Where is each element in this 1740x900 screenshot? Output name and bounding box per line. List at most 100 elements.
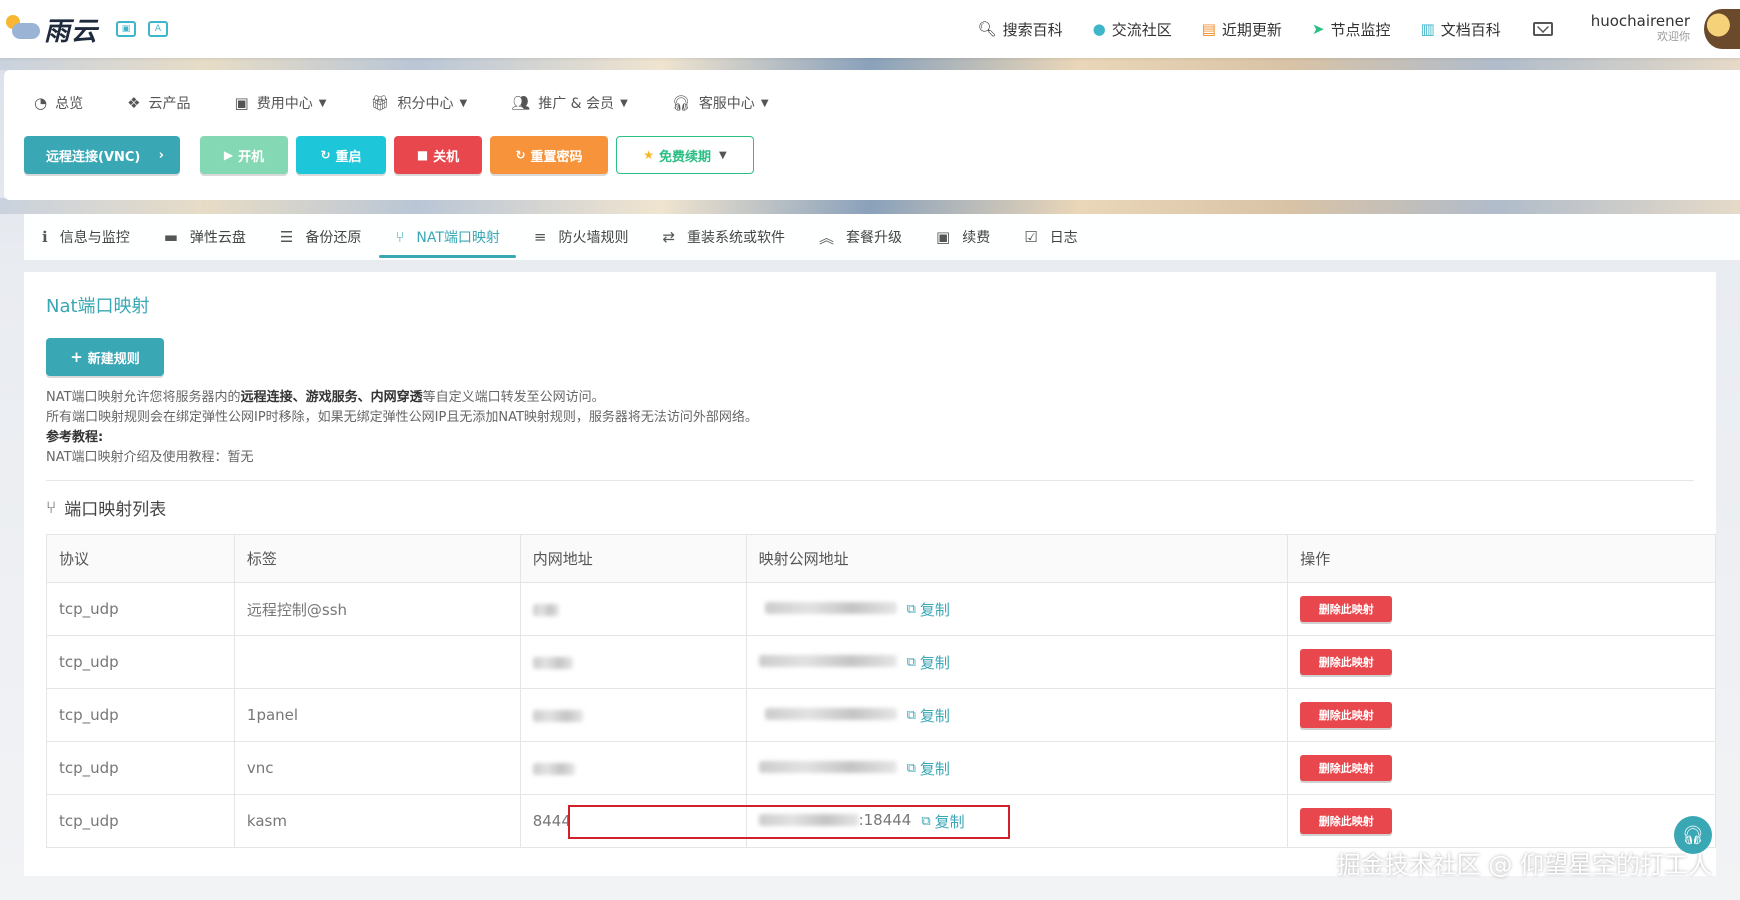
nat-description: NAT端口映射允许您将服务器内的远程连接、游戏服务、内网穿透等自定义端口转发至公… [46, 388, 1694, 468]
subnav-label: 费用中心 [256, 96, 313, 112]
cell-protocol: tcp_udp [46, 688, 235, 742]
node-icon: ➤ [1311, 20, 1325, 38]
delete-mapping-button[interactable]: 删除此映射 [1300, 808, 1393, 834]
subnav-billing[interactable]: ▣ 费用中心 ▼ [235, 93, 327, 113]
cell-actions: 删除此映射 [1287, 582, 1716, 636]
cell-inner-address: 8444 [519, 794, 747, 848]
tab-elastic-disk[interactable]: ▬ 弹性云盘 [164, 214, 246, 260]
desc-line-3: 参考教程: [46, 428, 1694, 448]
desc-line-4: NAT端口映射介绍及使用教程：暂无 [46, 450, 254, 465]
chevron-down-icon: ▼ [459, 97, 468, 109]
subnav-promotion[interactable]: 👥︎ 推广 & 会员 ▼ [511, 93, 628, 113]
server-actions: 远程连接(VNC) › ▶ 开机 ↻ 重启 ■ 关机 ↻ 重置密码 ★ 免费续期… [4, 136, 1740, 174]
copy-icon: ⧉ [906, 601, 916, 617]
tab-upgrade[interactable]: ︽ 套餐升级 [819, 214, 902, 260]
copy-button[interactable]: ⧉ 复制 [907, 599, 950, 620]
cell-protocol: tcp_udp [46, 794, 235, 848]
cell-tag [233, 635, 521, 689]
brand-logo[interactable]: 雨云 ▣ A [4, 11, 169, 48]
top-nav-links: 🔍︎ 搜索百科 ● 交流社区 ▤ 近期更新 ➤ 节点监控 ▥ 文档百科 huoc… [948, 0, 1740, 58]
cell-public-address: ⧉ 复制 [745, 741, 1289, 795]
topnav-label: 搜索百科 [1002, 20, 1063, 39]
page-title: Nat端口映射 [46, 296, 150, 317]
cell-public-address: :18444 ⧉ 复制 [745, 794, 1289, 848]
desc-bold: 参考教程: [46, 430, 104, 445]
topnav-node-monitor[interactable]: ➤ 节点监控 [1312, 19, 1391, 40]
copy-label: 复制 [919, 706, 950, 725]
reset-password-button[interactable]: ↻ 重置密码 [490, 136, 608, 174]
topnav-search[interactable]: 🔍︎ 搜索百科 [978, 19, 1063, 40]
cell-protocol: tcp_udp [46, 582, 235, 636]
start-button[interactable]: ▶ 开机 [200, 136, 288, 174]
mail-icon[interactable] [1532, 22, 1553, 36]
topnav-docs[interactable]: ▥ 文档百科 [1421, 19, 1501, 40]
delete-mapping-button[interactable]: 删除此映射 [1300, 755, 1393, 781]
section-title: ⑂ 端口映射列表 [46, 495, 1694, 521]
copy-button[interactable]: ⧉ 复制 [907, 758, 950, 779]
shutdown-button[interactable]: ■ 关机 [394, 136, 482, 174]
tab-reinstall[interactable]: ⇄ 重装系统或软件 [662, 214, 785, 260]
tab-firewall[interactable]: ≡ 防火墙规则 [534, 214, 629, 260]
delete-mapping-button[interactable]: 删除此映射 [1300, 702, 1393, 728]
tab-nat-mapping[interactable]: ⑂ NAT端口映射 [379, 214, 516, 260]
header-protocol: 协议 [46, 534, 235, 583]
cell-inner-address [519, 741, 747, 795]
star-icon: ★ [643, 148, 655, 162]
restart-button[interactable]: ↻ 重启 [296, 136, 386, 174]
play-icon: ▶ [223, 148, 234, 162]
chevron-down-icon: ▼ [719, 149, 727, 161]
redacted-value [758, 655, 897, 667]
delete-mapping-button[interactable]: 删除此映射 [1300, 649, 1393, 675]
tab-renew[interactable]: ▣ 续费 [936, 214, 990, 260]
subnav-overview[interactable]: ◔ 总览 [34, 93, 83, 113]
header-actions: 操作 [1287, 534, 1716, 583]
tab-label: 续费 [962, 230, 991, 246]
chevron-down-icon: ▼ [760, 97, 769, 109]
cell-protocol: tcp_udp [46, 635, 235, 689]
nat-table: 协议 标签 内网地址 映射公网地址 操作 tcp_udp 远程控制@ssh ⧉ 复… [46, 534, 1716, 848]
tab-label: 日志 [1049, 230, 1078, 246]
topnav-label: 近期更新 [1221, 20, 1282, 39]
tab-backup[interactable]: ☰ 备份还原 [280, 214, 361, 260]
free-renew-button[interactable]: ★ 免费续期 ▼ [616, 136, 754, 174]
subnav-cloud-products[interactable]: ❖ 云产品 [127, 93, 190, 113]
headset-icon: 🎧︎ [1681, 824, 1705, 846]
cell-public-address: ⧉ 复制 [745, 688, 1289, 742]
double-chevron-up-icon: ︽ [819, 228, 835, 247]
network-icon: ⑂ [395, 228, 405, 246]
new-rule-label: 新建规则 [87, 351, 140, 367]
tab-logs[interactable]: ☑ 日志 [1024, 214, 1077, 260]
reset-password-label: 重置密码 [530, 149, 583, 165]
copy-button[interactable]: ⧉ 复制 [907, 705, 950, 726]
topnav-label: 节点监控 [1330, 20, 1391, 39]
tab-info-monitor[interactable]: ℹ 信息与监控 [42, 214, 130, 260]
vnc-button[interactable]: 远程连接(VNC) › [24, 136, 180, 174]
copy-icon: ⧉ [906, 707, 916, 723]
desc-bold: 远程连接、游戏服务、内网穿透 [240, 390, 423, 405]
delete-mapping-button[interactable]: 删除此映射 [1300, 596, 1393, 622]
topnav-community[interactable]: ● 交流社区 [1093, 19, 1172, 40]
subnav-points[interactable]: 🎁︎ 积分中心 ▼ [370, 93, 467, 113]
cell-inner-address [519, 688, 747, 742]
topnav-updates[interactable]: ▤ 近期更新 [1202, 19, 1282, 40]
subnav-support[interactable]: 🎧︎ 客服中心 ▼ [672, 93, 769, 113]
translate-icon[interactable]: A [148, 21, 169, 37]
copy-label: 复制 [934, 812, 965, 831]
cell-tag: vnc [233, 741, 521, 795]
top-navbar: 雨云 ▣ A 🔍︎ 搜索百科 ● 交流社区 ▤ 近期更新 ➤ 节点监控 ▥ 文档… [0, 0, 1740, 58]
header-public-address: 映射公网地址 [745, 534, 1289, 583]
subnav-label: 推广 & 会员 [538, 96, 615, 112]
image-icon[interactable]: ▣ [116, 21, 137, 37]
avatar[interactable] [1704, 9, 1740, 49]
copy-button[interactable]: ⧉ 复制 [907, 652, 950, 673]
desc-line-2: 所有端口映射规则会在绑定弹性公网IP时移除，如果无绑定弹性公网IP且无添加NAT… [46, 410, 758, 425]
cell-actions: 删除此映射 [1287, 635, 1716, 689]
server-header-panel: ◔ 总览 ❖ 云产品 ▣ 费用中心 ▼ 🎁︎ 积分中心 ▼ 👥︎ 推广 & 会员… [4, 70, 1740, 200]
new-rule-button[interactable]: + 新建规则 [46, 338, 164, 376]
copy-button[interactable]: ⧉ 复制 [921, 811, 964, 832]
redacted-value [764, 708, 897, 720]
users-icon: 👥︎ [511, 94, 531, 112]
desc-text: NAT端口映射允许您将服务器内的 [46, 390, 241, 405]
user-info[interactable]: huochairener 欢迎你 [1591, 13, 1690, 45]
chevron-right-icon: › [158, 147, 164, 163]
